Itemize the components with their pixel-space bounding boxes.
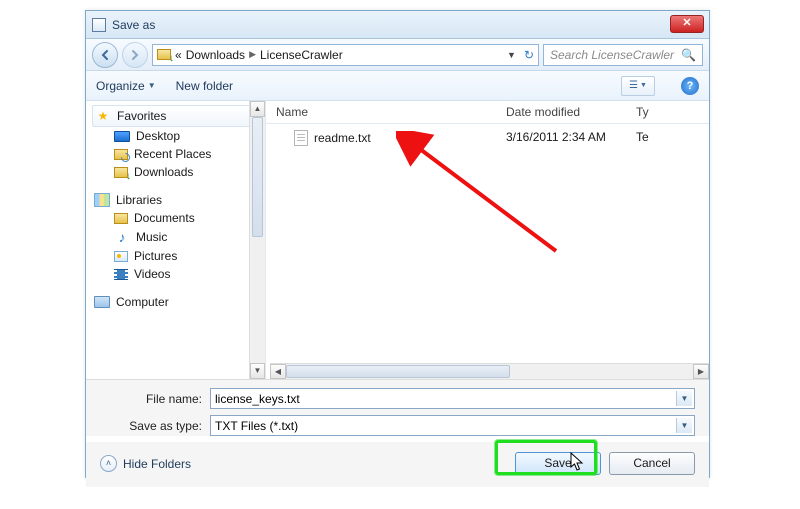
save-button[interactable]: Save — [515, 452, 601, 475]
scroll-left-icon[interactable]: ◀ — [270, 364, 286, 379]
nav-tree[interactable]: ★ Favorites Desktop Recent Places Downlo… — [86, 101, 266, 379]
toolbar: Organize▼ New folder ☰ ▼ ? — [86, 71, 709, 101]
libraries-icon — [94, 193, 110, 207]
tree-favorites[interactable]: ★ Favorites — [92, 105, 261, 127]
music-icon: ♪ — [114, 229, 130, 245]
forward-button[interactable] — [122, 42, 148, 68]
file-name: readme.txt — [314, 131, 371, 145]
window-title: Save as — [112, 18, 155, 32]
breadcrumb-prefix: « — [175, 48, 182, 62]
help-button[interactable]: ? — [681, 77, 699, 95]
view-options-button[interactable]: ☰ ▼ — [621, 76, 655, 96]
pictures-icon — [114, 251, 128, 262]
savetype-select[interactable]: TXT Files (*.txt) ▼ — [210, 415, 695, 436]
tree-music[interactable]: ♪Music — [92, 227, 261, 247]
col-name[interactable]: Name — [266, 105, 506, 119]
tree-downloads[interactable]: Downloads — [92, 163, 261, 181]
scroll-up-icon[interactable]: ▲ — [250, 101, 265, 117]
tree-desktop[interactable]: Desktop — [92, 127, 261, 145]
col-date[interactable]: Date modified — [506, 105, 636, 119]
file-type: Te — [636, 130, 666, 146]
chevron-down-icon[interactable]: ▼ — [676, 418, 692, 433]
tree-pictures[interactable]: Pictures — [92, 247, 261, 265]
chevron-up-icon: ˄ — [100, 455, 117, 472]
titlebar[interactable]: Save as ✕ — [86, 11, 709, 39]
file-list[interactable]: Name Date modified Ty readme.txt 3/16/20… — [266, 101, 709, 379]
desktop-icon — [114, 131, 130, 142]
breadcrumb-item[interactable]: Downloads — [186, 48, 245, 62]
chevron-right-icon: ▶ — [249, 49, 256, 60]
scroll-right-icon[interactable]: ▶ — [693, 364, 709, 379]
cancel-button[interactable]: Cancel — [609, 452, 695, 475]
videos-icon — [114, 269, 128, 280]
savetype-label: Save as type: — [100, 419, 210, 433]
downloads-icon — [114, 167, 128, 178]
tree-documents[interactable]: Documents — [92, 209, 261, 227]
column-headers[interactable]: Name Date modified Ty — [266, 101, 709, 124]
search-input[interactable]: Search LicenseCrawler 🔍 — [543, 44, 703, 66]
tree-scrollbar[interactable]: ▲ ▼ — [249, 101, 265, 379]
new-folder-button[interactable]: New folder — [176, 79, 233, 93]
tree-computer[interactable]: Computer — [92, 293, 261, 311]
file-date: 3/16/2011 2:34 AM — [506, 130, 636, 146]
hide-folders-toggle[interactable]: ˄ Hide Folders — [100, 455, 191, 472]
recent-places-icon — [114, 149, 128, 160]
breadcrumb-item[interactable]: LicenseCrawler — [260, 48, 343, 62]
address-bar[interactable]: « Downloads ▶ LicenseCrawler ▼ ↻ — [152, 44, 539, 66]
save-as-dialog: Save as ✕ « Downloads ▶ LicenseCrawler ▼… — [85, 10, 710, 478]
file-row[interactable]: readme.txt 3/16/2011 2:34 AM Te — [266, 124, 709, 152]
filename-input[interactable]: license_keys.txt ▼ — [210, 388, 695, 409]
tree-videos[interactable]: Videos — [92, 265, 261, 283]
documents-icon — [114, 213, 128, 224]
filename-label: File name: — [100, 392, 210, 406]
form-area: File name: license_keys.txt ▼ Save as ty… — [86, 379, 709, 436]
search-placeholder: Search LicenseCrawler — [550, 48, 674, 62]
tree-recent-places[interactable]: Recent Places — [92, 145, 261, 163]
organize-button[interactable]: Organize▼ — [96, 79, 156, 93]
back-button[interactable] — [92, 42, 118, 68]
address-dropdown-icon[interactable]: ▼ — [507, 50, 516, 60]
scroll-down-icon[interactable]: ▼ — [250, 363, 265, 379]
scroll-thumb[interactable] — [252, 117, 263, 237]
scroll-thumb[interactable] — [286, 365, 510, 378]
refresh-icon[interactable]: ↻ — [524, 48, 534, 62]
window-sys-icon — [92, 18, 106, 32]
folder-icon — [157, 49, 171, 60]
chevron-down-icon: ▼ — [148, 81, 156, 90]
tree-libraries[interactable]: Libraries — [92, 191, 261, 209]
close-button[interactable]: ✕ — [670, 15, 704, 33]
nav-bar: « Downloads ▶ LicenseCrawler ▼ ↻ Search … — [86, 39, 709, 71]
col-type[interactable]: Ty — [636, 105, 666, 119]
search-icon: 🔍 — [681, 48, 696, 62]
footer: ˄ Hide Folders Save Cancel — [86, 442, 709, 487]
computer-icon — [94, 296, 110, 308]
chevron-down-icon[interactable]: ▼ — [676, 391, 692, 406]
file-h-scrollbar[interactable]: ◀ ▶ — [270, 363, 709, 379]
txt-file-icon — [294, 130, 308, 146]
star-icon: ★ — [95, 108, 111, 124]
